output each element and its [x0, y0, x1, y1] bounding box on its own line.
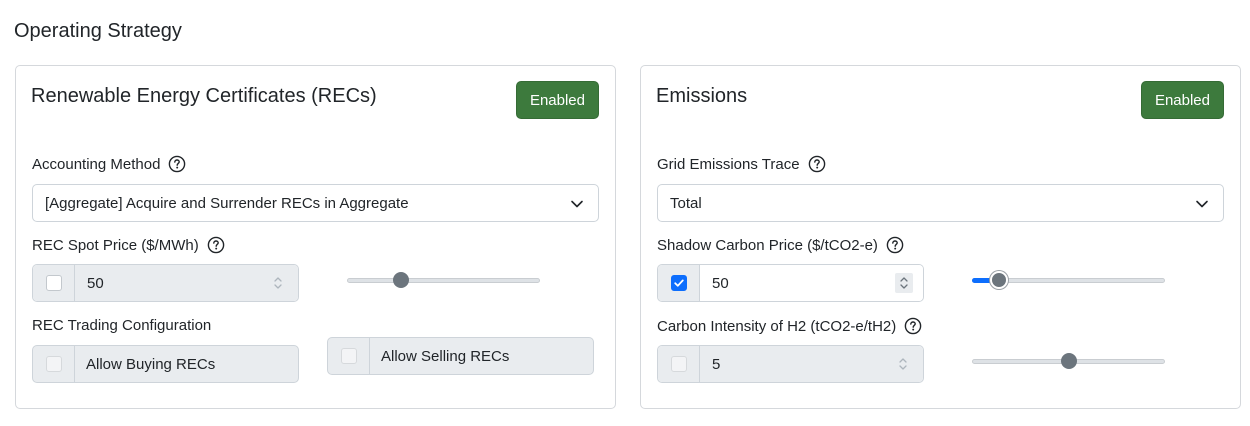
- carbon-intensity-value: 5: [712, 355, 721, 373]
- up-down-spinner-icon[interactable]: [272, 275, 284, 291]
- question-circle-icon[interactable]: [207, 236, 225, 254]
- grid-trace-label-text: Grid Emissions Trace: [657, 155, 800, 173]
- accounting-method-select[interactable]: [Aggregate] Acquire and Surrender RECs i…: [32, 184, 599, 222]
- page-title: Operating Strategy: [14, 20, 182, 42]
- carbon-intensity-slider[interactable]: [972, 351, 1165, 371]
- up-down-spinner-icon[interactable]: [897, 356, 909, 372]
- question-circle-icon[interactable]: [886, 236, 904, 254]
- shadow-price-toggle[interactable]: [658, 265, 700, 301]
- recs-enabled-button[interactable]: Enabled: [515, 81, 599, 119]
- trading-config-label: REC Trading Configuration: [32, 317, 211, 334]
- accounting-method-value: [Aggregate] Acquire and Surrender RECs i…: [45, 194, 409, 212]
- shadow-price-input-group: 50: [657, 264, 924, 302]
- shadow-price-label: Shadow Carbon Price ($/tCO2-e): [657, 236, 904, 254]
- carbon-intensity-input[interactable]: 5: [700, 346, 923, 382]
- recs-card-title: Renewable Energy Certificates (RECs): [31, 85, 377, 107]
- spot-price-slider-thumb[interactable]: [393, 272, 410, 288]
- shadow-price-slider-thumb[interactable]: [990, 271, 1009, 289]
- shadow-price-value: 50: [712, 274, 729, 292]
- spot-price-label: REC Spot Price ($/MWh): [32, 236, 225, 254]
- question-circle-icon[interactable]: [168, 155, 186, 173]
- spot-price-checkbox[interactable]: [45, 275, 62, 291]
- carbon-intensity-label-text: Carbon Intensity of H2 (tCO2-e/tH2): [657, 317, 897, 335]
- shadow-price-input[interactable]: 50: [700, 265, 923, 301]
- grid-trace-select[interactable]: Total: [657, 184, 1224, 222]
- question-circle-icon[interactable]: [808, 155, 826, 173]
- allow-selling-option[interactable]: Allow Selling RECs: [327, 337, 594, 375]
- accounting-method-label-text: Accounting Method: [32, 155, 161, 173]
- carbon-intensity-checkbox[interactable]: [670, 356, 687, 372]
- accounting-method-label: Accounting Method: [32, 155, 186, 173]
- carbon-intensity-toggle[interactable]: [658, 346, 700, 382]
- spot-price-slider-track: [347, 278, 540, 283]
- emissions-card-title: Emissions: [656, 85, 748, 107]
- up-down-spinner-icon[interactable]: [895, 273, 913, 293]
- emissions-card: Emissions Enabled Grid Emissions Trace T…: [640, 65, 1241, 409]
- spot-price-input[interactable]: 50: [75, 265, 298, 301]
- allow-selling-checkbox[interactable]: [340, 348, 357, 364]
- shadow-price-slider[interactable]: [972, 270, 1165, 290]
- check-icon: [673, 279, 684, 287]
- shadow-price-label-text: Shadow Carbon Price ($/tCO2-e): [657, 236, 878, 254]
- question-circle-icon[interactable]: [904, 317, 922, 335]
- chevron-down-icon: [1196, 200, 1208, 208]
- carbon-intensity-input-group: 5: [657, 345, 924, 383]
- chevron-down-icon: [571, 200, 583, 208]
- allow-buying-addon: [33, 346, 75, 382]
- allow-selling-label: Allow Selling RECs: [381, 347, 510, 365]
- spot-price-toggle[interactable]: [33, 265, 75, 301]
- carbon-intensity-label: Carbon Intensity of H2 (tCO2-e/tH2): [657, 317, 922, 335]
- shadow-price-checkbox[interactable]: [670, 275, 687, 291]
- spot-price-label-text: REC Spot Price ($/MWh): [32, 236, 199, 254]
- allow-buying-label: Allow Buying RECs: [86, 355, 216, 373]
- spot-price-value: 50: [87, 274, 104, 292]
- grid-trace-label: Grid Emissions Trace: [657, 155, 826, 173]
- emissions-enabled-button[interactable]: Enabled: [1140, 81, 1224, 119]
- grid-trace-value: Total: [670, 194, 702, 212]
- spot-price-slider[interactable]: [347, 270, 540, 290]
- trading-config-label-text: REC Trading Configuration: [32, 317, 212, 334]
- allow-buying-option[interactable]: Allow Buying RECs: [32, 345, 299, 383]
- allow-buying-checkbox[interactable]: [45, 356, 62, 372]
- spot-price-input-group: 50: [32, 264, 299, 302]
- recs-card: Renewable Energy Certificates (RECs) Ena…: [15, 65, 616, 409]
- allow-selling-addon: [328, 338, 370, 374]
- carbon-intensity-slider-thumb[interactable]: [1060, 353, 1077, 369]
